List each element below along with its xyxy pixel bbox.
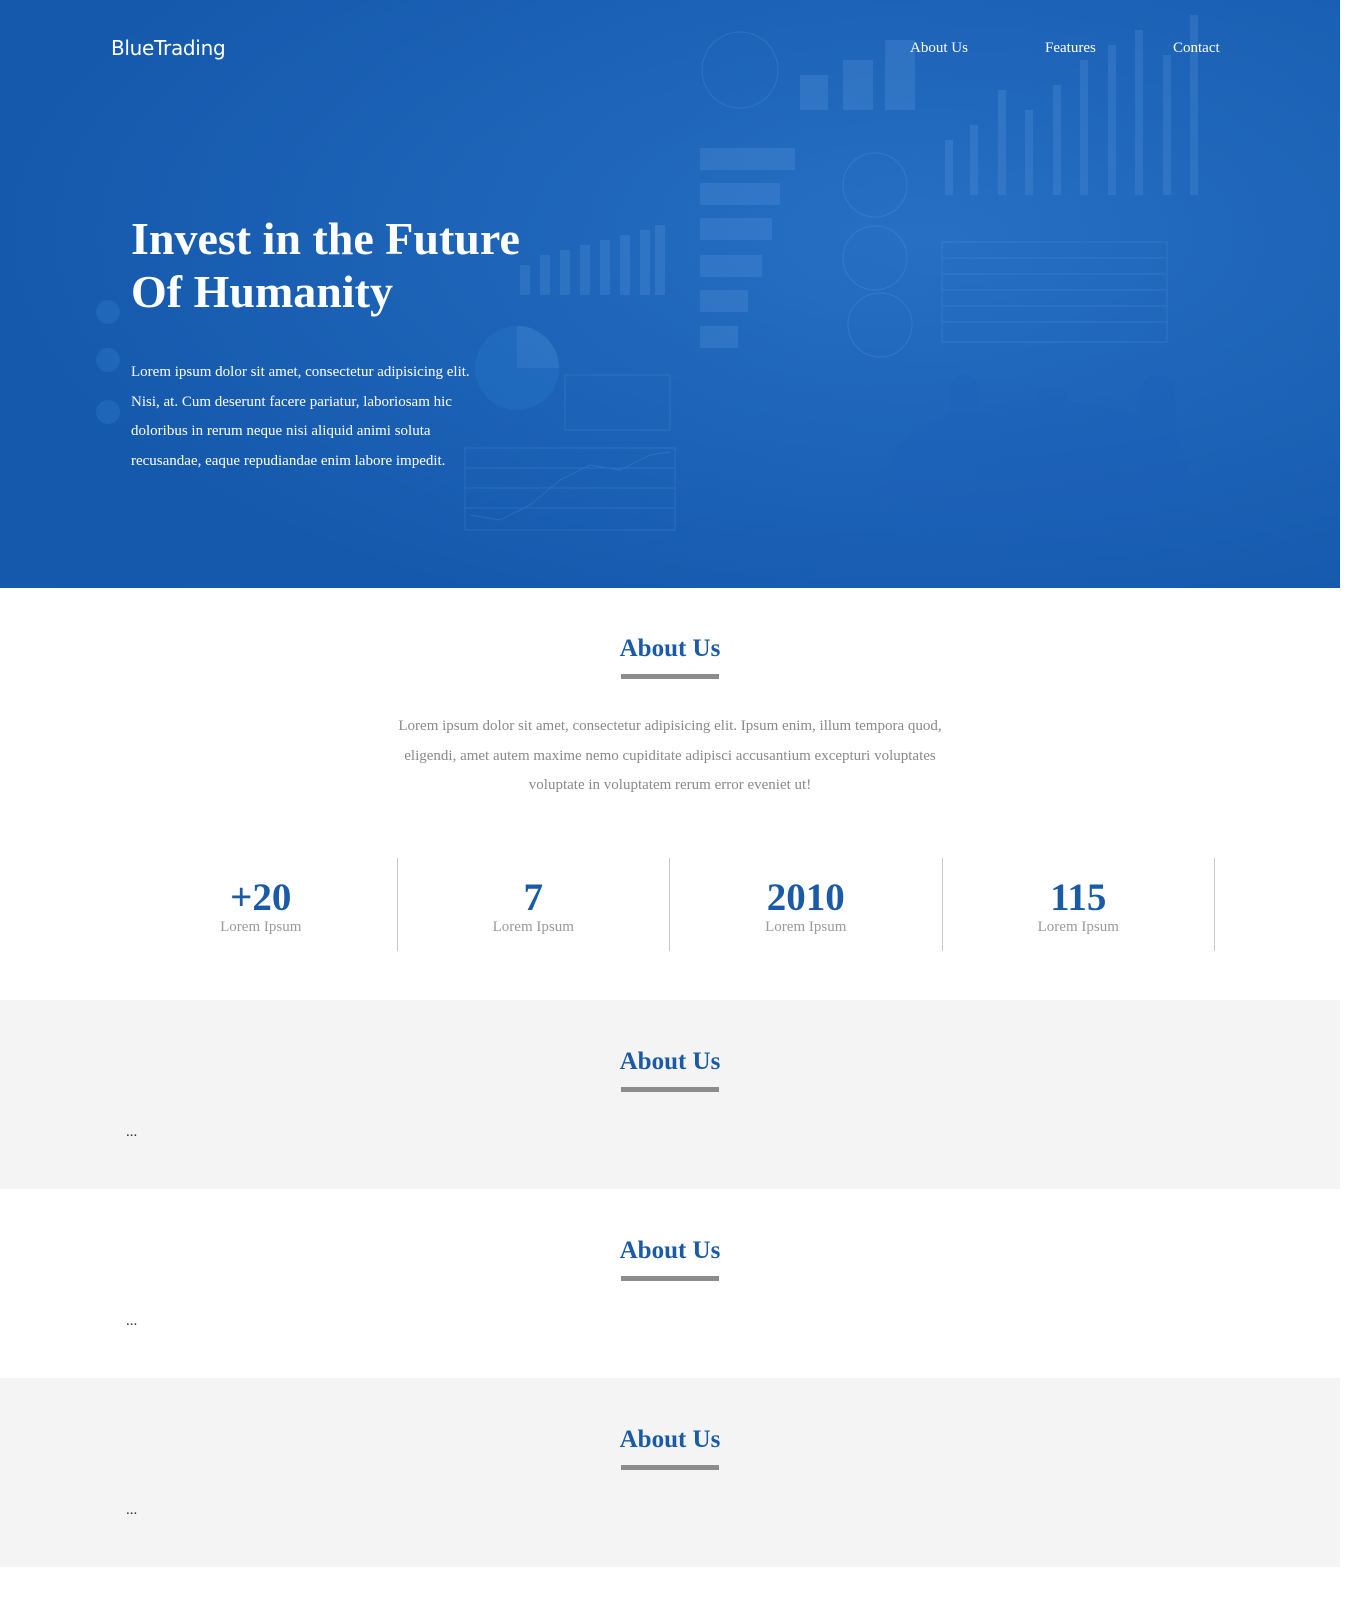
hero-section: BlueTrading About Us Features Contact In…	[0, 0, 1340, 588]
stat-item: 2010 Lorem Ipsum	[670, 858, 943, 951]
nav-link-contact[interactable]: Contact	[1173, 40, 1220, 57]
section-content: ...	[126, 1313, 138, 1329]
nav-link-about-us[interactable]: About Us	[910, 40, 968, 57]
stat-label: Lorem Ipsum	[492, 919, 574, 935]
stat-value: +20	[230, 876, 292, 919]
content-section: About Us ...	[0, 1000, 1340, 1189]
stat-value: 115	[1050, 876, 1107, 919]
stat-item: 115 Lorem Ipsum	[943, 858, 1215, 951]
stat-label: Lorem Ipsum	[220, 919, 302, 935]
section-content: ...	[126, 1502, 138, 1518]
stat-label: Lorem Ipsum	[765, 919, 847, 935]
title-underline	[621, 674, 719, 679]
hero-title: Invest in the Future Of Humanity	[131, 212, 601, 318]
content-section: About Us ...	[0, 1378, 1340, 1567]
hero-title-line1: Invest in the Future	[131, 213, 520, 264]
title-underline	[621, 1276, 719, 1281]
stat-item: 7 Lorem Ipsum	[398, 858, 670, 951]
top-navigation: BlueTrading About Us Features Contact	[0, 0, 1340, 100]
section-title: About Us	[619, 635, 721, 662]
about-description: Lorem ipsum dolor sit amet, consectetur …	[398, 718, 942, 793]
section-title: About Us	[619, 1048, 721, 1075]
stat-item: +20 Lorem Ipsum	[125, 858, 398, 951]
brand-logo[interactable]: BlueTrading	[111, 36, 226, 60]
hero-description: Lorem ipsum dolor sit amet, consectetur …	[131, 364, 470, 469]
hero-title-line2: Of Humanity	[131, 266, 393, 317]
section-content: ...	[126, 1124, 138, 1140]
stat-value: 2010	[766, 876, 845, 919]
stat-label: Lorem Ipsum	[1037, 919, 1119, 935]
nav-link-features[interactable]: Features	[1045, 40, 1096, 57]
section-title: About Us	[619, 1237, 721, 1264]
stats-row: +20 Lorem Ipsum 7 Lorem Ipsum 2010 Lorem…	[125, 858, 1215, 951]
title-underline	[621, 1465, 719, 1470]
section-title: About Us	[619, 1426, 721, 1453]
stat-value: 7	[523, 876, 544, 919]
title-underline	[621, 1087, 719, 1092]
content-section: About Us ...	[0, 1189, 1340, 1378]
